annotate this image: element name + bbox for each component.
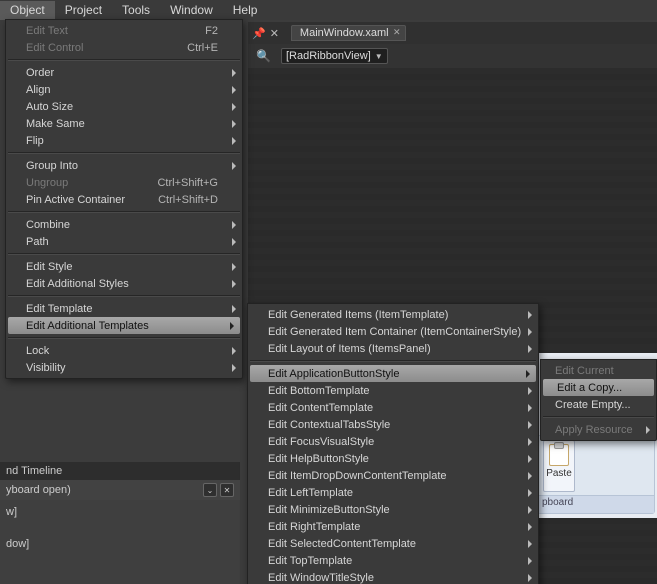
mi-flip[interactable]: Flip [6, 132, 242, 149]
document-tab-label: MainWindow.xaml [300, 27, 389, 39]
timeline-panel: nd Timeline yboard open) ⌄ ✕ w] dow] [0, 462, 240, 584]
close-tab-icon[interactable]: ✕ [393, 27, 401, 38]
mi-left-template[interactable]: Edit LeftTemplate [248, 484, 538, 501]
menu-project[interactable]: Project [55, 1, 112, 20]
timeline-header: nd Timeline [0, 462, 240, 480]
mi-edit-style[interactable]: Edit Style [6, 258, 242, 275]
additional-templates-submenu: Edit Generated Items (ItemTemplate) Edit… [247, 303, 539, 584]
mi-item-dropdown-template[interactable]: Edit ItemDropDownContentTemplate [248, 467, 538, 484]
timeline-sub: yboard open) ⌄ ✕ [0, 480, 240, 500]
separator [8, 211, 240, 213]
pin-icon[interactable]: 📌 [252, 27, 266, 40]
separator [250, 360, 536, 362]
menubar: Object Project Tools Window Help [0, 0, 657, 20]
object-menu: Edit Text F2 Edit Control Ctrl+E Order A… [5, 19, 243, 379]
mi-align[interactable]: Align [6, 81, 242, 98]
timeline-close-icon[interactable]: ✕ [220, 483, 234, 497]
timeline-btn-1[interactable]: ⌄ [203, 483, 217, 497]
mi-edit-text[interactable]: Edit Text F2 [6, 22, 242, 39]
separator [543, 416, 654, 418]
mi-edit-add-templates[interactable]: Edit Additional Templates [8, 317, 240, 334]
timeline-header-label: nd Timeline [6, 465, 62, 477]
timeline-tree: w] dow] [0, 500, 240, 556]
mi-edit-add-styles[interactable]: Edit Additional Styles [6, 275, 242, 292]
timeline-sub-label: yboard open) [6, 484, 71, 496]
mi-bottom-template[interactable]: Edit BottomTemplate [248, 382, 538, 399]
separator [8, 59, 240, 61]
mi-edit-control[interactable]: Edit Control Ctrl+E [6, 39, 242, 56]
chevron-down-icon: ▼ [375, 52, 383, 61]
menu-object[interactable]: Object [0, 1, 55, 20]
timeline-row-1[interactable]: w] [0, 504, 240, 520]
mi-combine[interactable]: Combine [6, 216, 242, 233]
paste-button[interactable]: Paste [543, 440, 575, 492]
close-doc-icon[interactable]: ✕ [270, 27, 279, 40]
mi-right-template[interactable]: Edit RightTemplate [248, 518, 538, 535]
mi-path[interactable]: Path [6, 233, 242, 250]
mi-create-empty[interactable]: Create Empty... [541, 396, 656, 413]
mi-auto-size[interactable]: Auto Size [6, 98, 242, 115]
clipboard-group-label: pboard [538, 495, 654, 513]
clipboard-group: Paste pboard [537, 435, 655, 514]
paste-label: Paste [546, 468, 572, 479]
mi-make-same[interactable]: Make Same [6, 115, 242, 132]
mi-gen-items[interactable]: Edit Generated Items (ItemTemplate) [248, 306, 538, 323]
mi-visibility[interactable]: Visibility [6, 359, 242, 376]
menu-tools[interactable]: Tools [112, 1, 160, 20]
mi-window-title-style[interactable]: Edit WindowTitleStyle [248, 569, 538, 584]
mi-app-button-style[interactable]: Edit ApplicationButtonStyle [250, 365, 536, 382]
designer-toolbar: 🔍 [RadRibbonView] ▼ [248, 44, 657, 69]
separator [8, 337, 240, 339]
document-tab[interactable]: MainWindow.xaml ✕ [291, 25, 406, 41]
edit-style-submenu: Edit Current Edit a Copy... Create Empty… [540, 359, 657, 441]
mi-edit-a-copy[interactable]: Edit a Copy... [543, 379, 654, 396]
mi-context-tabs-style[interactable]: Edit ContextualTabsStyle [248, 416, 538, 433]
document-tabstrip: 📌 ✕ MainWindow.xaml ✕ [248, 22, 657, 44]
mi-focus-visual-style[interactable]: Edit FocusVisualStyle [248, 433, 538, 450]
mi-content-template[interactable]: Edit ContentTemplate [248, 399, 538, 416]
separator [8, 253, 240, 255]
element-combo-value: [RadRibbonView] [286, 50, 371, 62]
mi-layout-items[interactable]: Edit Layout of Items (ItemsPanel) [248, 340, 538, 357]
mi-edit-template[interactable]: Edit Template [6, 300, 242, 317]
separator [8, 295, 240, 297]
mi-lock[interactable]: Lock [6, 342, 242, 359]
mi-gen-item-cont[interactable]: Edit Generated Item Container (ItemConta… [248, 323, 538, 340]
menu-window[interactable]: Window [160, 1, 223, 20]
mi-ungroup[interactable]: Ungroup Ctrl+Shift+G [6, 174, 242, 191]
mi-group-into[interactable]: Group Into [6, 157, 242, 174]
mi-edit-current[interactable]: Edit Current [541, 362, 656, 379]
mi-order[interactable]: Order [6, 64, 242, 81]
search-icon[interactable]: 🔍 [256, 49, 271, 63]
mi-top-template[interactable]: Edit TopTemplate [248, 552, 538, 569]
timeline-row-2[interactable]: dow] [0, 536, 240, 552]
mi-apply-resource[interactable]: Apply Resource [541, 421, 656, 438]
separator [8, 152, 240, 154]
mi-minimize-button-style[interactable]: Edit MinimizeButtonStyle [248, 501, 538, 518]
element-combo[interactable]: [RadRibbonView] ▼ [281, 48, 388, 64]
mi-selected-content-template[interactable]: Edit SelectedContentTemplate [248, 535, 538, 552]
clipboard-icon [549, 444, 569, 466]
mi-help-button-style[interactable]: Edit HelpButtonStyle [248, 450, 538, 467]
menu-help[interactable]: Help [223, 1, 268, 20]
mi-pin-active[interactable]: Pin Active Container Ctrl+Shift+D [6, 191, 242, 208]
